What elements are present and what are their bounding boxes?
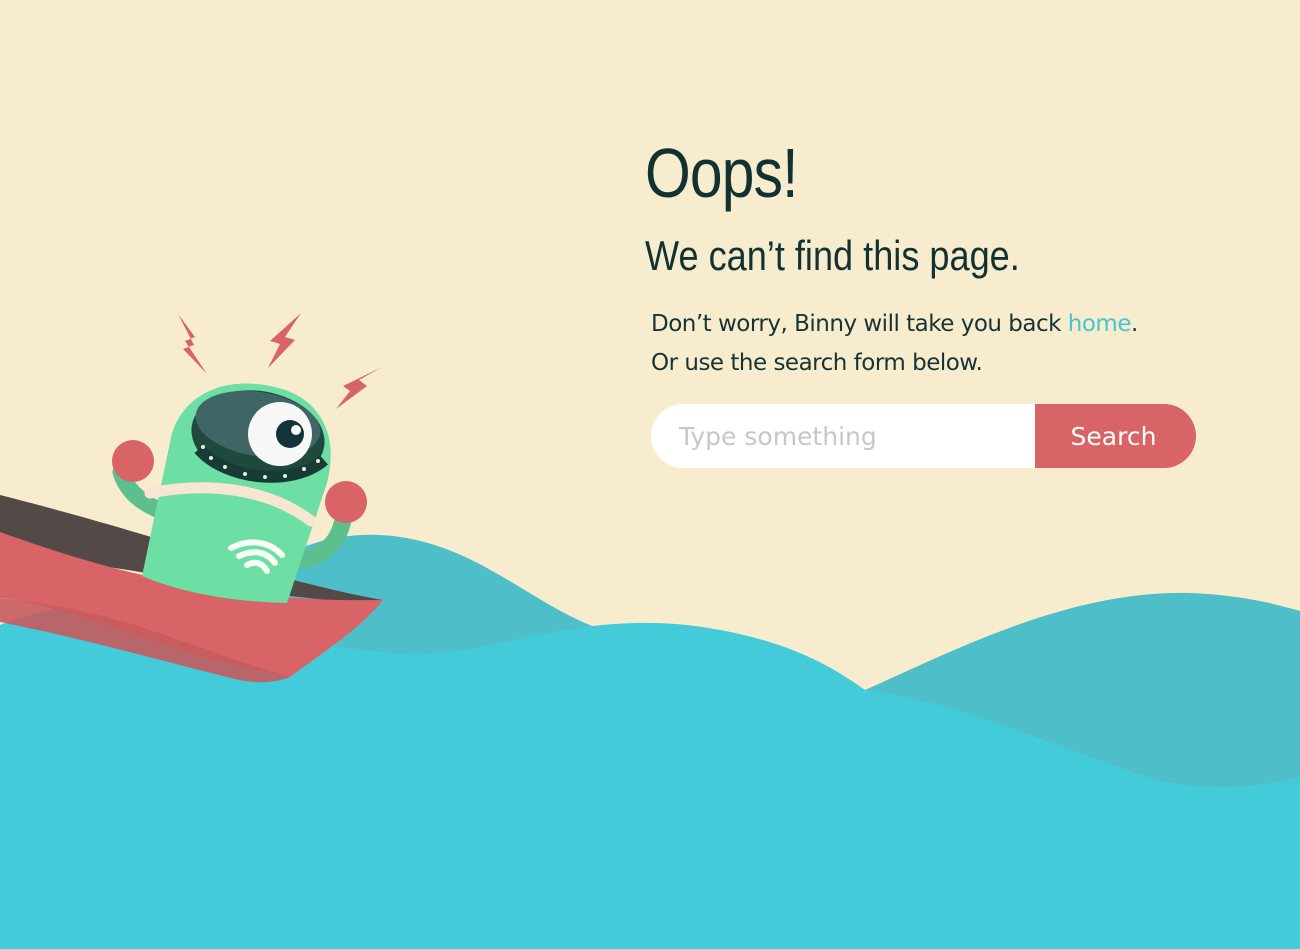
lightning-icon	[336, 367, 382, 409]
help-text: Don’t worry, Binny will take you back ho…	[651, 305, 1205, 383]
robot-eye-shine	[291, 425, 301, 435]
home-link[interactable]: home	[1068, 311, 1132, 337]
search-help-text: Or use the search form below.	[651, 350, 983, 376]
search-button[interactable]: Search	[1035, 404, 1196, 468]
search-form: Search	[651, 404, 1196, 468]
page-title: Oops!	[645, 134, 799, 212]
search-input[interactable]	[651, 404, 1035, 468]
help-text-prefix: Don’t worry, Binny will take you back	[651, 311, 1068, 337]
help-text-suffix: .	[1131, 311, 1138, 337]
error-page: Oops! We can’t find this page. Don’t wor…	[0, 0, 1300, 949]
lightning-icon	[178, 314, 207, 374]
robot-left-fist	[112, 440, 154, 482]
not-found-message: Oops! We can’t find this page. Don’t wor…	[645, 132, 1205, 468]
lightning-icon	[268, 313, 301, 368]
robot-pupil	[276, 420, 304, 448]
page-subtitle: We can’t find this page.	[645, 232, 1020, 279]
robot-right-fist	[325, 481, 367, 523]
